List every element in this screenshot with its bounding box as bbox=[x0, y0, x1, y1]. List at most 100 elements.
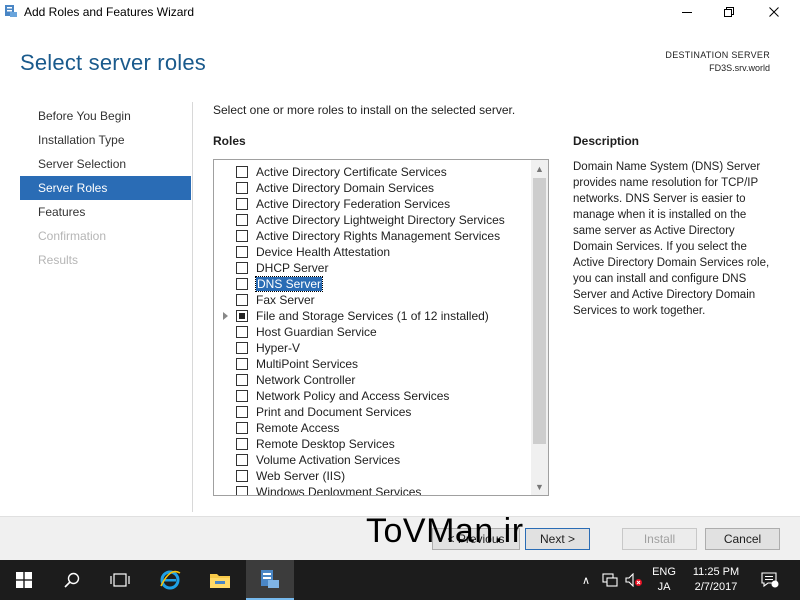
role-label: Active Directory Domain Services bbox=[256, 181, 435, 195]
next-button[interactable]: Next > bbox=[525, 528, 590, 550]
role-label: Network Controller bbox=[256, 373, 356, 387]
roles-heading: Roles bbox=[213, 134, 246, 148]
role-checkbox[interactable] bbox=[236, 470, 248, 482]
role-checkbox[interactable] bbox=[236, 262, 248, 274]
role-item[interactable]: File and Storage Services (1 of 12 insta… bbox=[214, 308, 530, 324]
volume-muted-icon bbox=[625, 573, 642, 587]
file-explorer-button[interactable] bbox=[196, 560, 244, 600]
role-checkbox[interactable] bbox=[236, 246, 248, 258]
role-item[interactable]: Windows Deployment Services bbox=[214, 484, 530, 496]
role-checkbox[interactable] bbox=[236, 390, 248, 402]
close-icon bbox=[769, 7, 779, 17]
expand-arrow-icon[interactable] bbox=[223, 312, 228, 320]
close-button[interactable] bbox=[755, 0, 793, 24]
network-icon bbox=[602, 573, 618, 587]
start-button[interactable] bbox=[0, 560, 48, 600]
search-button[interactable] bbox=[48, 560, 96, 600]
server-manager-taskbar-button[interactable] bbox=[246, 560, 294, 600]
scroll-thumb[interactable] bbox=[533, 178, 546, 444]
role-item[interactable]: Active Directory Lightweight Directory S… bbox=[214, 212, 530, 228]
nav-item-features[interactable]: Features bbox=[20, 200, 191, 224]
role-checkbox[interactable] bbox=[236, 438, 248, 450]
role-checkbox[interactable] bbox=[236, 294, 248, 306]
role-label: Network Policy and Access Services bbox=[256, 389, 450, 403]
role-checkbox[interactable] bbox=[236, 342, 248, 354]
role-item[interactable]: Print and Document Services bbox=[214, 404, 530, 420]
role-checkbox[interactable] bbox=[236, 326, 248, 338]
role-checkbox[interactable] bbox=[236, 486, 248, 495]
minimize-button[interactable] bbox=[668, 0, 706, 24]
minimize-icon bbox=[682, 11, 692, 13]
role-label: Windows Deployment Services bbox=[256, 485, 422, 496]
role-item[interactable]: Remote Desktop Services bbox=[214, 436, 530, 452]
cancel-button[interactable]: Cancel bbox=[705, 528, 780, 550]
clock[interactable]: 11:25 PM 2/7/2017 bbox=[686, 565, 746, 595]
nav-item-before-you-begin[interactable]: Before You Begin bbox=[20, 104, 191, 128]
chevron-up-icon: ▲ bbox=[535, 163, 544, 174]
role-item[interactable]: Network Policy and Access Services bbox=[214, 388, 530, 404]
role-checkbox[interactable] bbox=[236, 182, 248, 194]
task-view-button[interactable] bbox=[96, 560, 144, 600]
role-label: Active Directory Lightweight Directory S… bbox=[256, 213, 505, 227]
role-item[interactable]: Active Directory Domain Services bbox=[214, 180, 530, 196]
role-label: Volume Activation Services bbox=[256, 453, 401, 467]
action-center-button[interactable] bbox=[756, 560, 784, 600]
destination-server-label: DESTINATION SERVER bbox=[665, 50, 770, 60]
page-title: Select server roles bbox=[20, 50, 206, 75]
role-item[interactable]: Volume Activation Services bbox=[214, 452, 530, 468]
nav-item-server-selection[interactable]: Server Selection bbox=[20, 152, 191, 176]
role-label: Remote Access bbox=[256, 421, 340, 435]
role-label: MultiPoint Services bbox=[256, 357, 359, 371]
role-label: Remote Desktop Services bbox=[256, 437, 395, 451]
roles-list: Active Directory Certificate Services Ac… bbox=[214, 164, 530, 496]
internet-explorer-button[interactable] bbox=[146, 560, 194, 600]
role-item[interactable]: Remote Access bbox=[214, 420, 530, 436]
role-checkbox[interactable] bbox=[236, 230, 248, 242]
role-item[interactable]: Hyper-V bbox=[214, 340, 530, 356]
role-label: DNS Server bbox=[254, 276, 324, 292]
role-item[interactable]: Network Controller bbox=[214, 372, 530, 388]
role-label: Web Server (IIS) bbox=[256, 469, 346, 483]
nav-item-server-roles[interactable]: Server Roles bbox=[20, 176, 191, 200]
role-item[interactable]: Active Directory Certificate Services bbox=[214, 164, 530, 180]
nav-item-installation-type[interactable]: Installation Type bbox=[20, 128, 191, 152]
show-hidden-icons-button[interactable]: ∧ bbox=[578, 560, 594, 600]
role-label: Print and Document Services bbox=[256, 405, 412, 419]
install-button: Install bbox=[622, 528, 697, 550]
role-item-selected[interactable]: DNS Server bbox=[214, 276, 530, 292]
language-indicator[interactable]: ENG JA bbox=[650, 565, 678, 595]
role-item[interactable]: Active Directory Rights Management Servi… bbox=[214, 228, 530, 244]
server-manager-icon bbox=[261, 570, 279, 588]
role-checkbox[interactable] bbox=[236, 214, 248, 226]
window-title: Add Roles and Features Wizard bbox=[24, 5, 195, 19]
role-checkbox[interactable] bbox=[236, 278, 248, 290]
role-checkbox[interactable] bbox=[236, 406, 248, 418]
role-checkbox[interactable] bbox=[236, 454, 248, 466]
role-checkbox[interactable] bbox=[236, 374, 248, 386]
volume-tray-button[interactable] bbox=[624, 560, 644, 600]
scroll-up-button[interactable]: ▲ bbox=[531, 160, 548, 177]
scroll-down-button[interactable]: ▼ bbox=[531, 478, 548, 495]
folder-icon bbox=[210, 574, 230, 588]
chevron-up-icon: ∧ bbox=[581, 574, 591, 587]
role-item[interactable]: Host Guardian Service bbox=[214, 324, 530, 340]
clock-date: 2/7/2017 bbox=[694, 581, 738, 593]
role-item[interactable]: Web Server (IIS) bbox=[214, 468, 530, 484]
role-checkbox[interactable] bbox=[236, 198, 248, 210]
roles-scrollbar[interactable]: ▲ ▼ bbox=[531, 160, 548, 495]
role-item[interactable]: DHCP Server bbox=[214, 260, 530, 276]
role-item[interactable]: Device Health Attestation bbox=[214, 244, 530, 260]
role-checkbox[interactable] bbox=[236, 166, 248, 178]
role-checkbox[interactable] bbox=[236, 358, 248, 370]
role-label: File and Storage Services (1 of 12 insta… bbox=[256, 309, 489, 323]
maximize-button[interactable] bbox=[710, 0, 748, 24]
role-item[interactable]: Active Directory Federation Services bbox=[214, 196, 530, 212]
network-tray-button[interactable] bbox=[600, 560, 620, 600]
role-checkbox[interactable] bbox=[236, 422, 248, 434]
windows-logo-icon bbox=[16, 572, 32, 588]
role-item[interactable]: Fax Server bbox=[214, 292, 530, 308]
roles-list-box[interactable]: Active Directory Certificate Services Ac… bbox=[213, 159, 549, 496]
search-icon bbox=[64, 572, 80, 588]
role-checkbox-partial[interactable] bbox=[236, 310, 248, 322]
role-item[interactable]: MultiPoint Services bbox=[214, 356, 530, 372]
